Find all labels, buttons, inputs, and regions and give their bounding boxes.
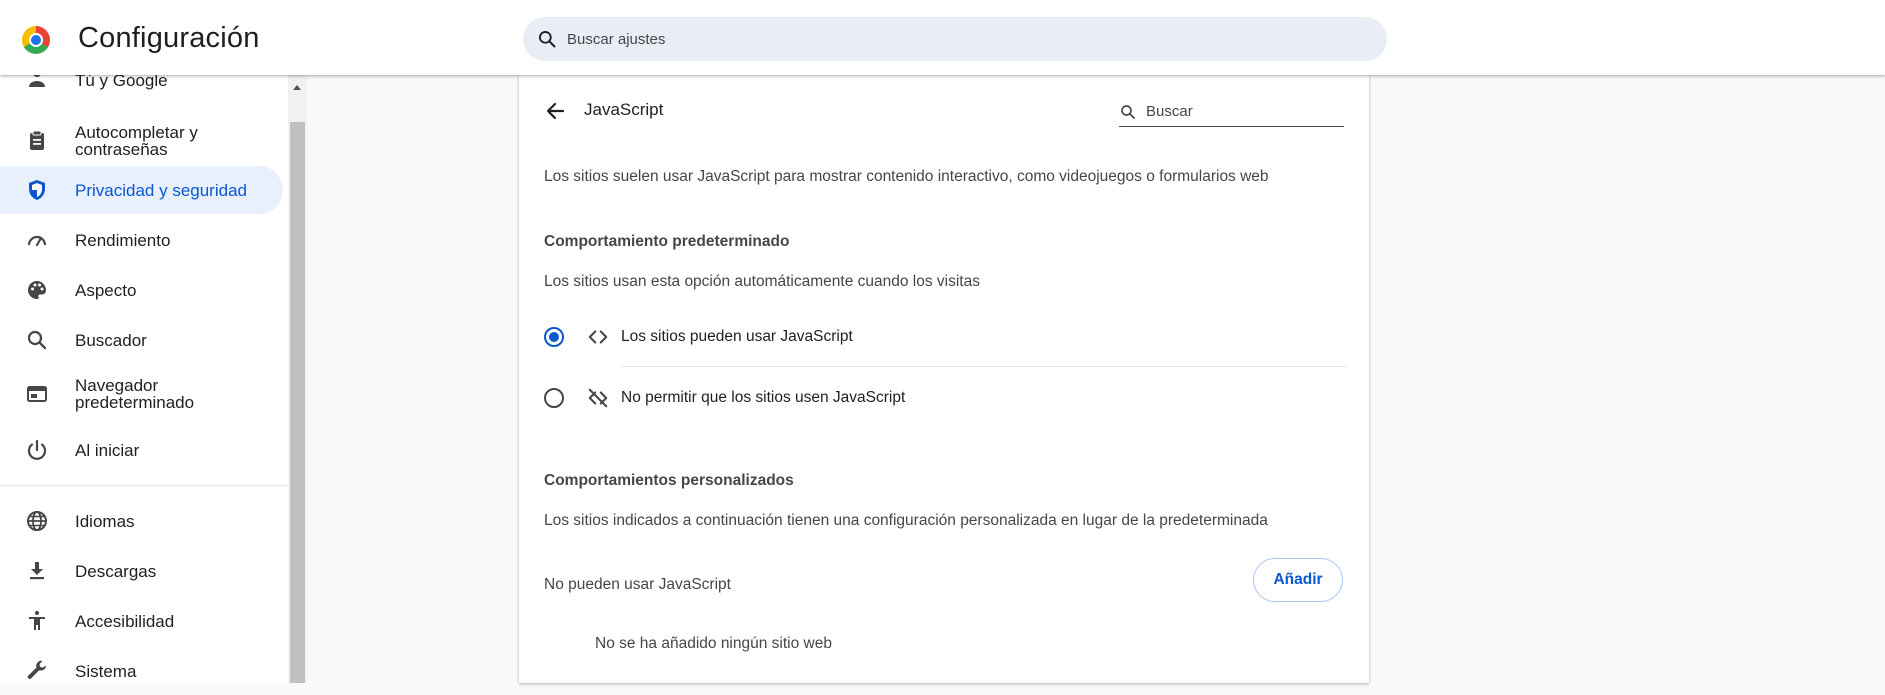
add-site-button[interactable]: Añadir xyxy=(1253,558,1343,602)
sidebar-item-label: Al iniciar xyxy=(75,441,140,460)
settings-search[interactable] xyxy=(523,17,1387,61)
code-icon xyxy=(588,330,608,344)
top-bar: Configuración xyxy=(0,0,1885,75)
search-icon xyxy=(1121,105,1135,119)
sidebar-item-languages[interactable]: Idiomas xyxy=(0,497,283,545)
power-icon xyxy=(27,439,47,460)
back-arrow-icon[interactable] xyxy=(541,97,569,125)
speedometer-icon xyxy=(27,235,47,247)
option-label: Los sitios pueden usar JavaScript xyxy=(621,328,853,345)
default-behavior-heading: Comportamiento predeterminado xyxy=(544,233,790,250)
sidebar-item-privacy[interactable]: Privacidad y seguridad xyxy=(0,166,283,214)
page-description: Los sitios suelen usar JavaScript para m… xyxy=(544,168,1269,185)
sidebar-item-default-browser[interactable]: Navegador predeterminado xyxy=(0,366,283,422)
browser-icon xyxy=(27,386,47,402)
sidebar-item-label: Buscador xyxy=(75,331,147,350)
option-label: No permitir que los sitios usen JavaScri… xyxy=(621,389,906,406)
custom-behaviors-heading: Comportamientos personalizados xyxy=(544,472,794,489)
site-search-input[interactable] xyxy=(1144,97,1340,125)
sidebar-item-on-startup[interactable]: Al iniciar xyxy=(0,426,283,474)
clipboard-icon xyxy=(30,130,44,150)
custom-behaviors-subtext: Los sitios indicados a continuación tien… xyxy=(544,512,1268,529)
settings-search-input[interactable] xyxy=(565,17,1345,61)
sidebar-item-label: Accesibilidad xyxy=(75,612,175,631)
sidebar-item-system[interactable]: Sistema xyxy=(0,647,283,695)
radio-block-javascript[interactable] xyxy=(544,388,564,408)
download-icon xyxy=(30,562,44,580)
blocked-sites-label: No pueden usar JavaScript xyxy=(544,576,731,593)
option-allow-javascript[interactable]: Los sitios pueden usar JavaScript xyxy=(541,313,1347,361)
chrome-logo xyxy=(22,26,50,54)
sidebar-item-label: Idiomas xyxy=(75,512,135,531)
option-block-javascript[interactable]: No permitir que los sitios usen JavaScri… xyxy=(541,374,1347,422)
search-icon xyxy=(539,31,556,48)
option-divider xyxy=(621,366,1347,367)
sidebar: Tú y Google Autocompletar y contraseñas … xyxy=(0,69,288,683)
wrench-icon xyxy=(27,660,47,679)
globe-icon xyxy=(27,511,47,531)
sidebar-item-label: Rendimiento xyxy=(75,231,171,250)
page-title: Configuración xyxy=(78,22,260,54)
sidebar-item-label: Navegador predeterminado xyxy=(75,376,195,412)
code-off-icon xyxy=(588,388,608,408)
sidebar-item-label: Aspecto xyxy=(75,281,137,300)
scrollbar-thumb[interactable] xyxy=(290,122,305,683)
scroll-up-arrow-icon[interactable] xyxy=(293,85,301,90)
sidebar-item-search-engine[interactable]: Buscador xyxy=(0,316,283,364)
sidebar-item-label: Autocompletar y contraseñas xyxy=(75,123,198,159)
sidebar-divider xyxy=(0,485,288,486)
site-search[interactable] xyxy=(1119,97,1344,127)
default-behavior-subtext: Los sitios usan esta opción automáticame… xyxy=(544,273,980,290)
sidebar-item-label: Sistema xyxy=(75,662,137,681)
sidebar-item-performance[interactable]: Rendimiento xyxy=(0,216,283,264)
sidebar-item-accessibility[interactable]: Accesibilidad xyxy=(0,597,283,645)
sidebar-item-autofill[interactable]: Autocompletar y contraseñas xyxy=(0,113,283,169)
javascript-settings-card: JavaScript Los sitios suelen usar JavaSc… xyxy=(519,75,1369,683)
sidebar-item-appearance[interactable]: Aspecto xyxy=(0,266,283,314)
empty-list-message: No se ha añadido ningún sitio web xyxy=(595,635,832,652)
search-icon xyxy=(27,330,47,350)
shield-icon xyxy=(29,180,45,200)
sidebar-item-label: Descargas xyxy=(75,562,157,581)
sidebar-scrollbar[interactable] xyxy=(288,75,307,683)
sidebar-item-label: Privacidad y seguridad xyxy=(75,181,247,200)
radio-allow-javascript[interactable] xyxy=(544,327,564,347)
sidebar-item-downloads[interactable]: Descargas xyxy=(0,547,283,595)
accessibility-icon xyxy=(29,611,45,630)
subpage-title: JavaScript xyxy=(584,100,664,119)
palette-icon xyxy=(28,281,46,299)
